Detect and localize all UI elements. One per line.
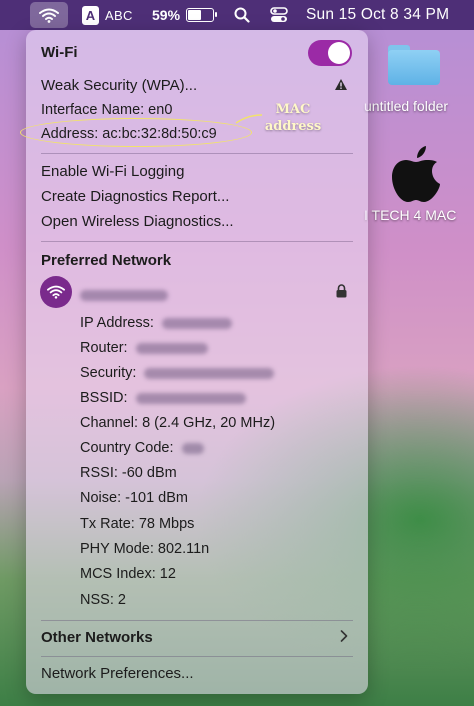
battery-icon [186, 8, 218, 22]
network-wifi-icon [40, 276, 72, 308]
network-preferences-item[interactable]: Network Preferences... [41, 665, 194, 682]
control-center-icon[interactable] [270, 0, 288, 30]
preferred-network-header: Preferred Network [41, 252, 172, 269]
wifi-title: Wi-Fi [41, 44, 78, 61]
detail-phy-mode: PHY Mode: 802.11n [80, 541, 210, 557]
detail-bssid: BSSID: [80, 390, 246, 406]
menubar-clock[interactable]: Sun 15 Oct 8 34 PM [306, 0, 449, 30]
detail-tx-rate: Tx Rate: 78 Mbps [80, 516, 195, 532]
spotlight-search-icon[interactable] [234, 0, 250, 30]
search-icon [234, 7, 250, 23]
preferred-network-name-redacted[interactable] [80, 286, 168, 303]
input-source-menu[interactable]: A ABC [82, 0, 133, 30]
chevron-right-icon[interactable] [340, 630, 348, 642]
apple-folder-label[interactable]: I TECH 4 MAC [364, 207, 456, 223]
divider [41, 620, 353, 621]
divider [41, 241, 353, 242]
detail-channel: Channel: 8 (2.4 GHz, 20 MHz) [80, 415, 276, 431]
bssid-label: BSSID: [80, 390, 128, 406]
detail-security: Security: [80, 365, 275, 381]
security-label: Security: [80, 365, 137, 381]
country-code-label: Country Code: [80, 440, 174, 456]
apple-logo-icon[interactable] [388, 144, 444, 204]
lock-icon [336, 284, 347, 298]
detail-noise: Noise: -101 dBm [80, 490, 188, 506]
interface-name: Interface Name: en0 [41, 102, 173, 118]
weak-security-item[interactable]: Weak Security (WPA)... [41, 77, 197, 94]
wifi-toggle[interactable] [308, 40, 352, 66]
folder-label[interactable]: untitled folder [364, 98, 474, 114]
battery-percent: 59% [152, 7, 181, 23]
create-diagnostics-report-item[interactable]: Create Diagnostics Report... [41, 188, 229, 205]
warning-icon [335, 79, 347, 90]
input-source-badge: A [82, 5, 99, 25]
detail-ip-address: IP Address: [80, 315, 232, 331]
input-source-label: ABC [105, 7, 133, 23]
open-wireless-diagnostics-item[interactable]: Open Wireless Diagnostics... [41, 213, 234, 230]
annotation-arrow-icon [235, 114, 263, 124]
ip-address-label: IP Address: [80, 315, 154, 331]
other-networks-item[interactable]: Other Networks [41, 629, 153, 646]
divider [41, 153, 353, 154]
detail-rssi: RSSI: -60 dBm [80, 465, 177, 481]
divider [41, 656, 353, 657]
detail-mcs-index: MCS Index: 12 [80, 566, 176, 582]
folder-icon[interactable] [388, 45, 440, 85]
detail-country-code: Country Code: [80, 440, 204, 456]
mac-address-annotation: MAC address [264, 102, 322, 134]
wifi-menu-icon[interactable] [30, 2, 68, 28]
wifi-icon [39, 8, 59, 23]
enable-wifi-logging-item[interactable]: Enable Wi-Fi Logging [41, 163, 184, 180]
battery-menu[interactable]: 59% [152, 0, 218, 30]
toggles-icon [270, 7, 288, 22]
router-label: Router: [80, 340, 128, 356]
detail-nss: NSS: 2 [80, 592, 126, 608]
menu-bar: A ABC 59% Sun 15 Oct 8 34 PM [0, 0, 474, 30]
mac-address-highlight [20, 118, 252, 147]
detail-router: Router: [80, 340, 208, 356]
